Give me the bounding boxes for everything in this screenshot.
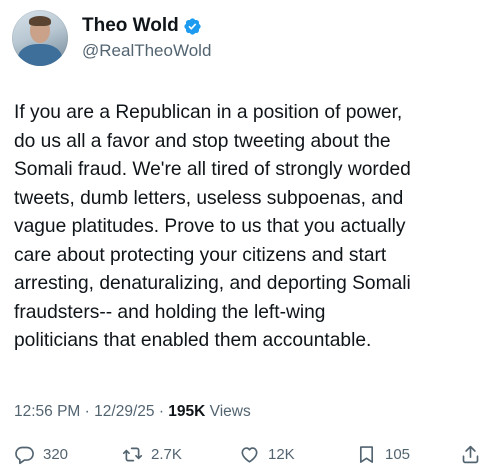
repost-count: 2.7K: [151, 446, 182, 463]
share-button[interactable]: [460, 444, 481, 465]
tweet-actions: 320 2.7K 12K 105: [0, 444, 500, 468]
like-count: 12K: [268, 446, 295, 463]
heart-icon: [241, 447, 258, 463]
bookmark-icon: [359, 446, 374, 463]
display-name-row: Theo Wold: [82, 14, 211, 38]
tweet-text: If you are a Republican in a position of…: [14, 102, 411, 351]
like-button[interactable]: 12K: [239, 444, 295, 465]
avatar[interactable]: [12, 10, 68, 66]
verified-badge-icon[interactable]: [183, 17, 202, 36]
tweet-meta: 12:56 PM · 12/29/25 · 195K Views: [14, 403, 251, 421]
repost-button[interactable]: 2.7K: [122, 444, 182, 465]
meta-separator: ·: [158, 403, 164, 420]
bookmark-count: 105: [385, 446, 411, 463]
user-handle[interactable]: @RealTheoWold: [82, 40, 211, 62]
bookmark-button[interactable]: 105: [356, 444, 410, 465]
share-icon: [462, 445, 479, 464]
views-count[interactable]: 195K: [168, 403, 205, 420]
repost-icon: [122, 447, 143, 462]
display-name[interactable]: Theo Wold: [82, 14, 179, 38]
tweet-date[interactable]: 12/29/25: [94, 403, 154, 420]
meta-separator: ·: [84, 403, 90, 420]
tweet-header: Theo Wold @RealTheoWold: [12, 10, 211, 66]
tweet-time[interactable]: 12:56 PM: [14, 403, 80, 420]
reply-count: 320: [43, 446, 69, 463]
author-info: Theo Wold @RealTheoWold: [82, 14, 211, 62]
avatar-shirt: [18, 44, 62, 66]
views-label: Views: [209, 403, 251, 420]
reply-button[interactable]: 320: [14, 444, 68, 465]
reply-icon: [15, 446, 34, 465]
avatar-hair: [29, 16, 51, 26]
